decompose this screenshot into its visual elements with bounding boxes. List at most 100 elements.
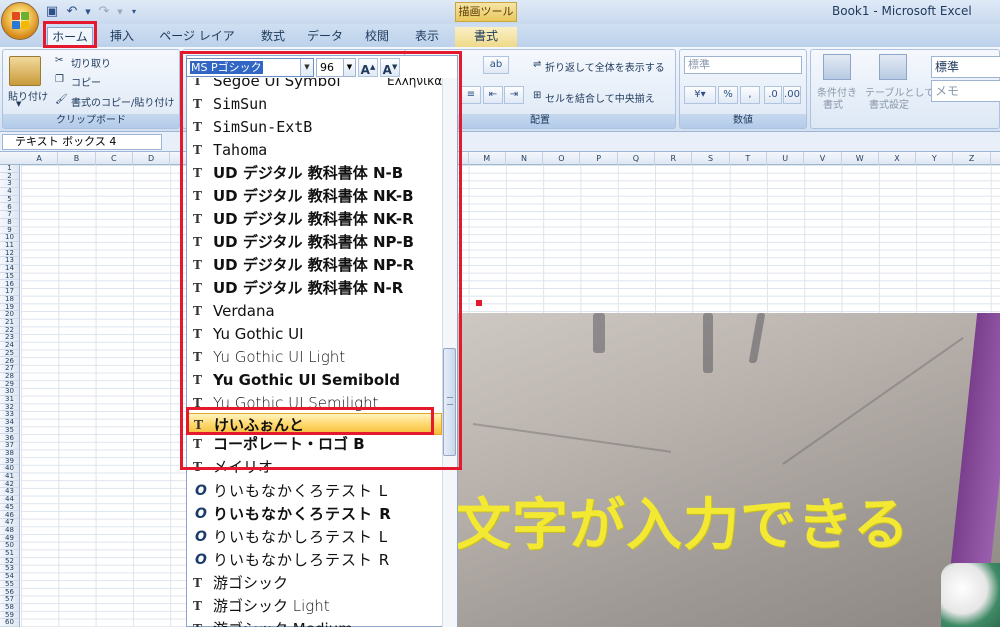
copy-button[interactable]: コピー	[71, 74, 101, 89]
number-format-combo[interactable]: 標準	[684, 56, 802, 74]
tab-formulas[interactable]: 数式	[256, 27, 290, 47]
name-box[interactable]: テキスト ボックス 4	[2, 134, 162, 150]
font-item-label: りいもなかしろテスト L	[213, 528, 389, 546]
office-button[interactable]	[1, 2, 39, 40]
format-as-table-label-2[interactable]: 書式設定	[869, 96, 909, 111]
quick-access-toolbar: ▣ ↶ ▼ ↷ ▼ ▾	[44, 3, 140, 21]
selected-font-highlight	[186, 407, 434, 435]
format-painter-icon: 🖌	[55, 94, 68, 105]
font-item[interactable]: T 游ゴシック Medium	[187, 618, 442, 627]
row-headers: 1 2 3 4 5 6 7 8 9 10 11 12 13 14 15 16 17 18 19 20 21 22 23 24 2…	[0, 164, 20, 627]
truetype-icon: T	[193, 599, 202, 613]
merge-center-button[interactable]: セルを結合して中央揃え	[545, 90, 655, 105]
home-tab-highlight	[43, 21, 97, 48]
clipboard-group-label: クリップボード	[3, 114, 179, 128]
truetype-icon: T	[193, 576, 202, 590]
column-header[interactable]: Y	[916, 152, 954, 165]
sock-shape	[948, 313, 1000, 583]
opentype-icon: O	[195, 506, 207, 522]
font-item[interactable]: O りいもなかしろテスト L	[187, 526, 442, 548]
copy-icon: ❐	[55, 74, 64, 85]
cut-icon: ✂	[55, 55, 64, 66]
font-item[interactable]: T 游ゴシック Light	[187, 595, 442, 617]
cut-button[interactable]: 切り取り	[71, 55, 111, 70]
textbox-text[interactable]: 文字が入力できる	[455, 480, 910, 561]
column-header[interactable]: Z	[954, 152, 991, 165]
column-header[interactable]: T	[730, 152, 767, 165]
decrease-decimal-icon[interactable]: .00	[783, 86, 801, 104]
background-photo[interactable]	[453, 313, 1000, 627]
column-header[interactable]: S	[692, 152, 730, 165]
tab-review[interactable]: 校閲	[360, 27, 394, 47]
column-header[interactable]: U	[767, 152, 805, 165]
redo-dropdown-icon[interactable]: ▼	[116, 4, 124, 20]
currency-icon[interactable]: ¥▾	[684, 86, 716, 104]
paste-button[interactable]: 貼り付け	[8, 88, 48, 103]
cell-style-memo[interactable]: メモ	[931, 80, 1000, 102]
truetype-icon: T	[193, 622, 207, 627]
orientation-icon[interactable]: ab	[483, 56, 509, 74]
column-header[interactable]: B	[58, 152, 96, 165]
tab-data[interactable]: データ	[305, 27, 345, 47]
column-header[interactable]: D	[133, 152, 171, 165]
column-header[interactable]: R	[655, 152, 693, 165]
font-item-label: りいもなかしろテスト R	[213, 551, 391, 569]
window-title: Book1 - Microsoft Excel	[832, 4, 972, 18]
increase-indent-icon[interactable]: ⇥	[504, 86, 524, 104]
column-header[interactable]: P	[581, 152, 618, 165]
ribbon-tab-row: ホーム 挿入 ページ レイアウト 数式 データ 校閲 表示 書式	[0, 24, 1000, 61]
wrap-text-button[interactable]: 折り返して全体を表示する	[545, 59, 665, 74]
column-header[interactable]: Q	[618, 152, 656, 165]
font-item[interactable]: O りいもなかくろテスト R	[187, 503, 442, 525]
column-header[interactable]: X	[879, 152, 917, 165]
shape-resize-handle[interactable]	[476, 300, 482, 306]
wrap-text-icon: ⇌	[533, 59, 542, 70]
align-center-icon[interactable]: ≡	[461, 86, 481, 104]
customize-qat-icon[interactable]: ▾	[128, 4, 140, 20]
opentype-icon: O	[195, 529, 207, 545]
column-header[interactable]: M	[469, 152, 506, 165]
paste-icon[interactable]	[9, 56, 41, 86]
number-group-label: 数値	[680, 114, 806, 128]
undo-icon[interactable]: ↶	[64, 4, 80, 20]
column-header[interactable]: A	[21, 152, 59, 165]
tab-page-layout[interactable]: ページ レイアウト	[157, 27, 237, 61]
percent-button[interactable]: %	[718, 86, 738, 104]
cell-style-normal[interactable]: 標準	[931, 56, 1000, 78]
styles-group: 条件付き 書式 テーブルとして 書式設定 標準 メモ	[810, 49, 1000, 129]
column-header[interactable]: O	[543, 152, 581, 165]
font-item-label: 游ゴシック Light	[213, 597, 330, 615]
format-as-table-icon	[879, 54, 907, 80]
font-item[interactable]: T 游ゴシック	[187, 572, 442, 594]
increase-decimal-icon[interactable]: .0	[764, 86, 782, 104]
column-headers: ABCDEFGHIJKLMNOPQRSTUVWXYZ	[0, 152, 1000, 165]
column-header[interactable]: V	[804, 152, 842, 165]
comma-button[interactable]: ,	[740, 86, 760, 104]
office-logo-icon	[12, 12, 30, 30]
context-group-label: 描画ツール	[455, 2, 517, 22]
tab-insert[interactable]: 挿入	[107, 27, 137, 47]
conditional-format-label-2[interactable]: 書式	[823, 96, 843, 111]
opentype-icon: O	[195, 483, 207, 499]
tab-format[interactable]: 書式	[455, 27, 517, 47]
font-item[interactable]: O りいもなかくろテスト L	[187, 480, 442, 502]
decrease-indent-icon[interactable]: ⇤	[483, 86, 503, 104]
merge-center-icon: ⊞	[533, 90, 542, 101]
undo-dropdown-icon[interactable]: ▼	[84, 4, 92, 20]
column-header[interactable]: W	[842, 152, 879, 165]
save-icon[interactable]: ▣	[44, 4, 60, 20]
font-item-label: 游ゴシック	[213, 574, 289, 592]
column-header[interactable]: N	[506, 152, 544, 165]
number-group: 標準 ¥▾ % , .0 .00 数値	[679, 49, 807, 129]
format-painter-button[interactable]: 書式のコピー/貼り付け	[71, 94, 174, 109]
clipboard-group: 貼り付け ▼ ✂ 切り取り ❐ コピー 🖌 書式のコピー/貼り付け クリップボー…	[2, 49, 180, 129]
font-item-label: りいもなかくろテスト L	[213, 482, 389, 500]
font-item[interactable]: O りいもなかしろテスト R	[187, 549, 442, 571]
sneaker-shape	[941, 563, 1000, 627]
row-header[interactable]: 60	[0, 619, 19, 627]
font-item-label: 游ゴシック Medium	[213, 618, 353, 627]
tab-view[interactable]: 表示	[410, 27, 444, 47]
redo-icon[interactable]: ↷	[96, 4, 112, 20]
paste-dropdown-icon[interactable]: ▼	[16, 100, 21, 108]
column-header[interactable]: C	[96, 152, 133, 165]
